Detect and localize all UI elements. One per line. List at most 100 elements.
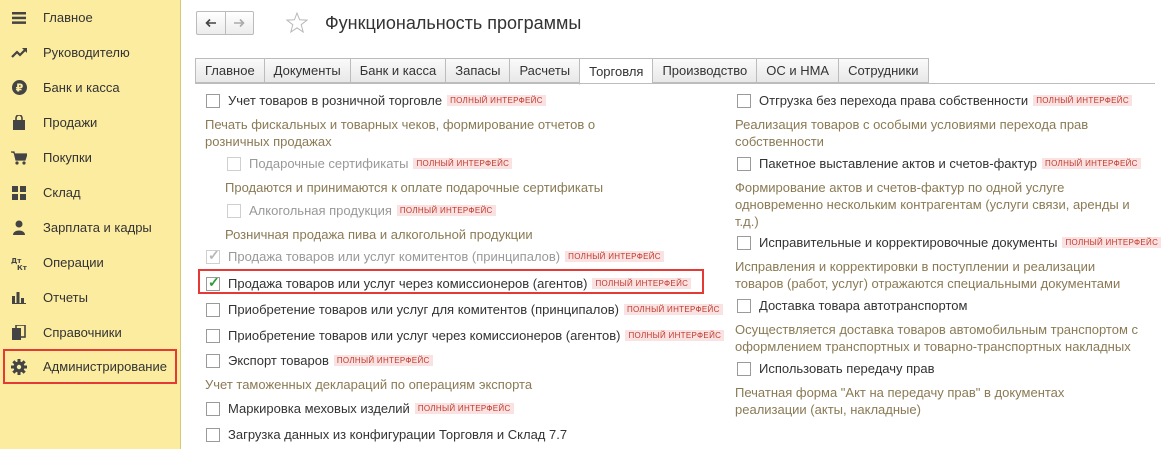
trend-icon [11,45,27,61]
corrections-checkbox-row[interactable]: Исправительные и корректировочные докуме… [737,235,1162,250]
sidebar-item-manager[interactable]: Руководителю [0,35,181,70]
svg-text:₽: ₽ [15,82,23,95]
batch-acts-checkbox[interactable] [737,156,751,171]
corrections-checkbox[interactable] [737,235,751,250]
ownership-label: Отгрузка без перехода права собственност… [759,93,1029,108]
full-interface-badge: ПОЛНЫЙ ИНТЕРФЕЙС [1042,158,1141,169]
forward-button[interactable] [224,12,254,34]
arrow-left-icon [205,16,217,31]
corrections-description: Исправления и корректировки в поступлени… [735,259,1121,291]
sidebar-item-directories[interactable]: Справочники [0,315,181,350]
menu-icon [11,10,27,26]
fur-checkbox-row[interactable]: Маркировка меховых изделий ПОЛНЫЙ ИНТЕРФ… [206,401,514,416]
export-description: Учет таможенных деклараций по операциям … [205,377,533,392]
load77-label: Загрузка данных из конфигурации Торговля… [228,427,568,442]
tab-trade[interactable]: Торговля [579,58,653,85]
tab-stock[interactable]: Запасы [445,58,510,83]
sidebar-item-purchases[interactable]: Покупки [0,140,181,175]
page-title: Функциональность программы [325,13,582,33]
tab-bar: Главное Документы Банк и касса Запасы Ра… [195,58,929,85]
gift-checkbox[interactable] [227,156,241,171]
buy-principals-checkbox-row[interactable]: Приобретение товаров или услуг для комит… [206,302,723,317]
principals-checkbox-row[interactable]: ✓ Продажа товаров или услуг комитентов (… [206,248,664,264]
agents-sale-checkbox[interactable]: ✓ [206,275,220,291]
load77-checkbox[interactable] [206,427,220,442]
sidebar-item-main[interactable]: Главное [0,0,181,35]
dt-kt-icon: Дт Кт [11,255,27,271]
gift-label: Подарочные сертификаты [249,156,409,171]
sidebar-item-label: Покупки [43,150,92,165]
retail-label: Учет товаров в розничной торговле [228,93,443,108]
tab-bank[interactable]: Банк и касса [349,58,446,83]
full-interface-badge: ПОЛНЫЙ ИНТЕРФЕЙС [413,158,513,169]
full-interface-badge: ПОЛНЫЙ ИНТЕРФЕЙС [623,304,723,315]
sidebar-item-salary[interactable]: Зарплата и кадры [0,210,181,245]
rights-checkbox-row[interactable]: Использовать передачу прав [737,361,935,376]
alcohol-checkbox-row[interactable]: Алкогольная продукция ПОЛНЫЙ ИНТЕРФЕЙС [227,203,496,218]
sidebar-item-reports[interactable]: Отчеты [0,280,181,315]
buy-agents-checkbox-row[interactable]: Приобретение товаров или услуг через ком… [206,328,725,343]
sidebar-item-label: Склад [43,185,81,200]
full-interface-badge: ПОЛНЫЙ ИНТЕРФЕЙС [447,95,546,106]
sidebar-item-label: Руководителю [43,45,130,60]
person-icon [11,220,27,236]
full-interface-badge: ПОЛНЫЙ ИНТЕРФЕЙС [1062,237,1162,248]
sidebar-item-label: Справочники [43,325,122,340]
batch-acts-description: Формирование актов и счетов-фактур по од… [735,180,1130,229]
sidebar-item-warehouse[interactable]: Склад [0,175,181,210]
ownership-description: Реализация товаров с особыми условиями п… [735,117,1089,149]
rights-description: Печатная форма "Акт на передачу прав" в … [735,385,1065,417]
full-interface-badge: ПОЛНЫЙ ИНТЕРФЕЙС [1033,95,1132,106]
retail-checkbox-row[interactable]: Учет товаров в розничной торговле ПОЛНЫЙ… [206,93,546,108]
tab-fixed-assets[interactable]: ОС и НМА [756,58,839,83]
agents-sale-checkbox-row[interactable]: ✓ Продажа товаров или услуг через комисс… [206,275,692,291]
tab-production[interactable]: Производство [652,58,757,83]
delivery-checkbox-row[interactable]: Доставка товара автотранспортом [737,298,967,313]
sidebar-item-operations[interactable]: Дт Кт Операции [0,245,181,280]
delivery-label: Доставка товара автотранспортом [759,298,968,313]
tab-documents[interactable]: Документы [263,58,350,83]
cart-icon [11,150,27,166]
arrow-right-icon [233,16,245,31]
tab-settlements[interactable]: Расчеты [509,58,580,83]
delivery-checkbox[interactable] [737,298,751,313]
star-icon[interactable] [285,11,309,36]
tab-employees[interactable]: Сотрудники [838,58,929,83]
sidebar-item-label: Администрирование [43,359,167,374]
sidebar: Главное Руководителю ₽ Банк и касса Прод… [0,0,181,449]
sidebar-item-label: Продажи [43,115,98,130]
principals-checkbox[interactable]: ✓ [206,248,220,264]
gift-description: Продаются и принимаются к оплате подароч… [225,180,604,195]
batch-acts-checkbox-row[interactable]: Пакетное выставление актов и счетов-факт… [737,156,1141,171]
retail-checkbox[interactable] [206,93,220,108]
principals-label: Продажа товаров или услуг комитентов (пр… [228,249,561,264]
export-checkbox[interactable] [206,353,220,368]
full-interface-badge: ПОЛНЫЙ ИНТЕРФЕЙС [333,355,433,366]
nav-buttons [196,11,254,35]
back-button[interactable] [197,12,225,34]
alcohol-label: Алкогольная продукция [249,203,392,218]
ownership-checkbox[interactable] [737,93,751,108]
fur-checkbox[interactable] [206,401,220,416]
alcohol-checkbox[interactable] [227,203,241,218]
ownership-checkbox-row[interactable]: Отгрузка без перехода права собственност… [737,93,1132,108]
books-icon [11,325,27,341]
buy-principals-checkbox[interactable] [206,302,220,317]
export-checkbox-row[interactable]: Экспорт товаров ПОЛНЫЙ ИНТЕРФЕЙС [206,353,433,368]
load77-checkbox-row[interactable]: Загрузка данных из конфигурации Торговля… [206,427,567,442]
tab-main[interactable]: Главное [195,58,264,83]
sidebar-item-administration[interactable]: Администрирование [3,349,177,384]
sidebar-item-label: Операции [43,255,104,270]
buy-agents-label: Приобретение товаров или услуг через ком… [228,328,621,343]
full-interface-badge: ПОЛНЫЙ ИНТЕРФЕЙС [625,330,725,341]
corrections-label: Исправительные и корректировочные докуме… [759,235,1058,250]
rights-checkbox[interactable] [737,361,751,376]
tab-divider [195,83,1155,84]
sidebar-item-bank[interactable]: ₽ Банк и касса [0,70,181,105]
agents-sale-label: Продажа товаров или услуг через комиссио… [228,276,588,291]
sidebar-item-sales[interactable]: Продажи [0,105,181,140]
delivery-description: Осуществляется доставка товаров автомоби… [735,322,1139,354]
buy-agents-checkbox[interactable] [206,328,220,343]
retail-description: Печать фискальных и товарных чеков, форм… [205,117,596,149]
gift-checkbox-row[interactable]: Подарочные сертификаты ПОЛНЫЙ ИНТЕРФЕЙС [227,156,513,171]
